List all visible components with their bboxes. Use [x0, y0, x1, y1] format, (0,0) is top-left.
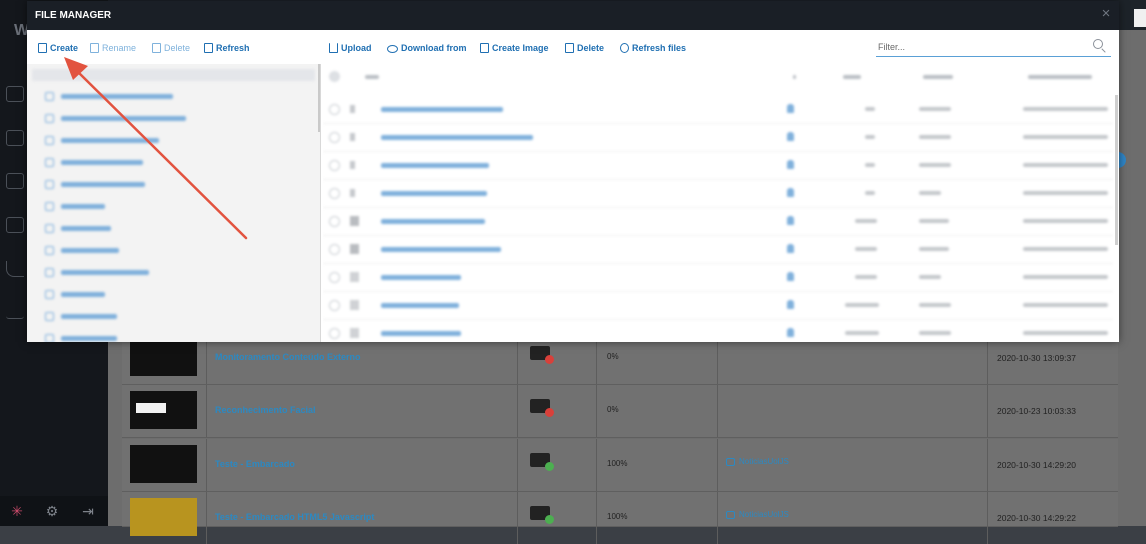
refresh-icon: [620, 43, 629, 53]
modal-header: FILE MANAGER ×: [27, 1, 1119, 30]
row-title[interactable]: Monitoramento Conteúdo Externo: [215, 352, 361, 362]
row-progress: 0%: [607, 352, 619, 361]
modal-title: FILE MANAGER: [35, 10, 112, 21]
monitor-status-icon: [530, 399, 554, 417]
playlist-label[interactable]: NoticiasUolJS: [739, 510, 789, 519]
file-row[interactable]: [323, 96, 1113, 124]
refresh-files-label: Refresh files: [632, 43, 687, 53]
thumbnail: [130, 391, 197, 429]
refresh-label: Refresh: [216, 43, 250, 53]
row-date: 2020-10-30 14:29:22: [997, 513, 1076, 523]
create-label: Create: [50, 43, 79, 53]
upload-icon: [329, 43, 338, 53]
filter-field[interactable]: [876, 37, 1111, 57]
monitor-status-icon: [530, 506, 554, 524]
delete-folder-label: Delete: [164, 43, 191, 53]
flag-icon[interactable]: ✳: [9, 503, 25, 519]
file-list-header: [323, 64, 1119, 90]
delete-folder-button[interactable]: Delete: [152, 41, 190, 55]
playlist-label[interactable]: NoticiasUolJS: [739, 457, 789, 466]
upload-label: Upload: [341, 43, 372, 53]
download-from-button[interactable]: Download from: [387, 41, 467, 55]
monitor-status-icon: [530, 453, 554, 471]
create-image-label: Create Image: [492, 43, 549, 53]
table-row[interactable]: Teste - Embarcado HTML5 Javascript 100% …: [122, 492, 1118, 544]
file-row[interactable]: [323, 292, 1113, 320]
row-progress: 100%: [607, 459, 628, 468]
file-row[interactable]: [323, 264, 1113, 292]
file-row[interactable]: [323, 180, 1113, 208]
folder-tree[interactable]: [27, 64, 321, 342]
table-row[interactable]: Teste - Embarcado 100% NoticiasUolJS 202…: [122, 439, 1118, 492]
refresh-icon: [204, 43, 213, 53]
row-date: 2020-10-30 14:29:20: [997, 460, 1076, 470]
thumbnail: [130, 445, 197, 483]
upload-button[interactable]: Upload: [329, 41, 372, 55]
trash-icon: [565, 43, 574, 53]
row-title[interactable]: Teste - Embarcado: [215, 459, 295, 469]
search-icon[interactable]: [1093, 39, 1103, 49]
thumbnail: [130, 498, 197, 536]
music-icon[interactable]: [6, 173, 24, 189]
header-button[interactable]: [1134, 9, 1146, 27]
row-date: 2020-10-30 13:09:37: [997, 353, 1076, 363]
refresh-button[interactable]: Refresh: [204, 41, 250, 55]
filter-input[interactable]: [876, 39, 1080, 55]
file-list-scrollbar[interactable]: [1115, 95, 1118, 245]
file-row[interactable]: [323, 236, 1113, 264]
rename-button[interactable]: Rename: [90, 41, 136, 55]
file-manager-modal: FILE MANAGER × Create Rename Delete Refr…: [27, 1, 1119, 342]
row-title[interactable]: Teste - Embarcado HTML5 Javascript: [215, 512, 374, 522]
play-icon: [726, 510, 735, 519]
player-icon[interactable]: [6, 86, 24, 102]
file-list[interactable]: [323, 64, 1119, 342]
play-icon: [726, 457, 735, 466]
cloud-download-icon: [387, 45, 398, 53]
file-row[interactable]: [323, 320, 1113, 342]
download-from-label: Download from: [401, 43, 467, 53]
tree-scrollbar[interactable]: [318, 64, 320, 132]
delete-file-label: Delete: [577, 43, 605, 53]
file-row[interactable]: [323, 124, 1113, 152]
file-row[interactable]: [323, 152, 1113, 180]
row-title[interactable]: Reconhecimento Facial: [215, 405, 316, 415]
thumbnail: [130, 338, 197, 376]
rename-label: Rename: [102, 43, 137, 53]
tree-root[interactable]: [32, 69, 315, 81]
close-icon[interactable]: ×: [1099, 6, 1113, 22]
file-delete-icon: [152, 43, 161, 53]
create-button[interactable]: Create: [38, 41, 78, 55]
file-plus-icon: [38, 43, 47, 53]
image-icon: [480, 43, 489, 53]
rss-icon[interactable]: [6, 261, 24, 277]
row-progress: 0%: [607, 405, 619, 414]
refresh-files-button[interactable]: Refresh files: [620, 41, 686, 55]
row-date: 2020-10-23 10:03:33: [997, 406, 1076, 416]
monitor-icon[interactable]: [6, 217, 24, 233]
file-edit-icon: [90, 43, 99, 53]
gear-icon[interactable]: ⚙: [44, 503, 60, 519]
monitor-status-icon: [530, 346, 554, 364]
table-row[interactable]: Reconhecimento Facial 0% 2020-10-23 10:0…: [122, 385, 1118, 438]
row-playlist-link[interactable]: NoticiasUolJS: [726, 457, 789, 466]
row-progress: 100%: [607, 512, 628, 521]
create-image-button[interactable]: Create Image: [480, 41, 549, 55]
file-row[interactable]: [323, 208, 1113, 236]
row-playlist-link[interactable]: NoticiasUolJS: [726, 510, 789, 519]
delete-file-button[interactable]: Delete: [565, 41, 604, 55]
media-icon[interactable]: [6, 130, 24, 146]
chart-icon[interactable]: [6, 303, 24, 319]
logout-icon[interactable]: ⇥: [80, 503, 96, 519]
